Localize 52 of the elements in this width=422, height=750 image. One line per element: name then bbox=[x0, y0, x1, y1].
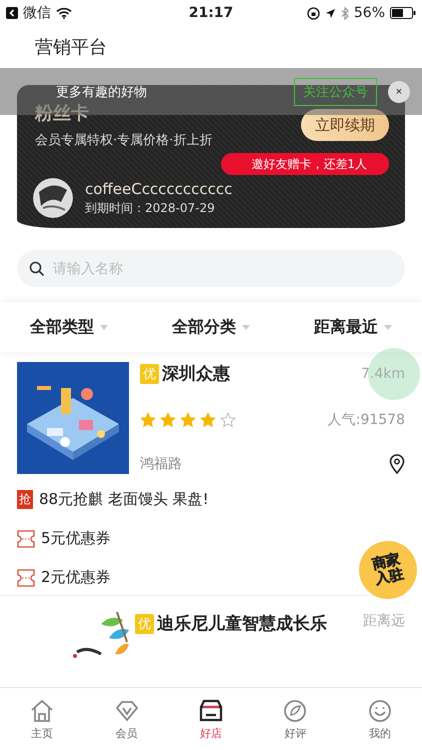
compass-icon bbox=[282, 698, 308, 724]
location-icon bbox=[324, 8, 336, 18]
renew-button[interactable]: 立即续期 bbox=[301, 109, 389, 141]
promo-text[interactable]: 2元优惠券 bbox=[41, 568, 111, 587]
search-icon bbox=[29, 261, 45, 277]
back-icon bbox=[6, 7, 18, 19]
close-button[interactable]: × bbox=[388, 81, 410, 103]
smiley-icon bbox=[366, 698, 393, 724]
battery-icon bbox=[390, 7, 416, 19]
tab-item[interactable]: 好评 bbox=[253, 688, 338, 750]
invite-tip: 邀好友赠卡，还差1人 bbox=[221, 153, 389, 175]
caret-icon bbox=[242, 324, 250, 330]
bluetooth-icon bbox=[340, 6, 349, 20]
caret-icon bbox=[100, 324, 108, 330]
caret-icon bbox=[384, 324, 392, 330]
back-app-label[interactable]: 微信 bbox=[23, 4, 51, 22]
filter-dropdown[interactable]: 全部类型 bbox=[30, 316, 108, 338]
tab-item[interactable]: 主页 bbox=[0, 688, 84, 750]
store-name[interactable]: 迪乐尼儿童智慧成长乐 bbox=[157, 612, 327, 635]
username: coffeeCccccccccccc bbox=[85, 180, 232, 198]
card-subtitle: 会员专属特权·专属价格·折上折 bbox=[35, 132, 212, 149]
store-name[interactable]: 深圳众惠 bbox=[162, 362, 230, 385]
rotation-lock-icon bbox=[306, 6, 320, 20]
page-title: 营销平台 bbox=[35, 36, 107, 59]
store-address: 鸿福路 bbox=[140, 455, 182, 473]
expiry-date: 到期时间：2028-07-29 bbox=[85, 200, 216, 216]
coupon-icon bbox=[17, 568, 35, 586]
preferred-badge: 优 bbox=[135, 614, 154, 634]
distance: 7.4km bbox=[360, 366, 405, 382]
filter-dropdown[interactable]: 全部分类 bbox=[172, 316, 250, 338]
location-pin-icon[interactable] bbox=[389, 454, 405, 474]
search-field[interactable]: 请输入名称 bbox=[17, 250, 405, 287]
filter-dropdown[interactable]: 距离最近 bbox=[314, 316, 392, 338]
promo-text[interactable]: 5元优惠券 bbox=[41, 529, 111, 548]
tab-item[interactable]: 会员 bbox=[84, 688, 169, 750]
battery-percentage: 56% bbox=[354, 5, 386, 21]
deal-tag: 抢 bbox=[17, 490, 33, 509]
wifi-icon bbox=[56, 7, 72, 19]
avatar bbox=[33, 178, 73, 218]
card-title: 粉丝卡 bbox=[35, 102, 89, 125]
coupon-icon bbox=[17, 530, 35, 548]
follow-button[interactable]: 关注公众号 bbox=[294, 78, 377, 106]
popularity-count: 人气:91578 bbox=[328, 410, 405, 428]
banner-text: 更多有趣的好物 bbox=[56, 84, 147, 100]
shop-icon bbox=[198, 698, 224, 724]
clock-time: 21:17 bbox=[188, 5, 234, 21]
promo-text[interactable]: 88元抢麒 老面馒头 果盘! bbox=[39, 490, 209, 509]
distance: 距离远 bbox=[363, 612, 405, 630]
tab-item[interactable]: 我的 bbox=[338, 688, 422, 750]
tab-item[interactable]: 好店 bbox=[168, 688, 254, 750]
home-icon bbox=[29, 698, 56, 724]
preferred-badge: 优 bbox=[140, 364, 159, 384]
